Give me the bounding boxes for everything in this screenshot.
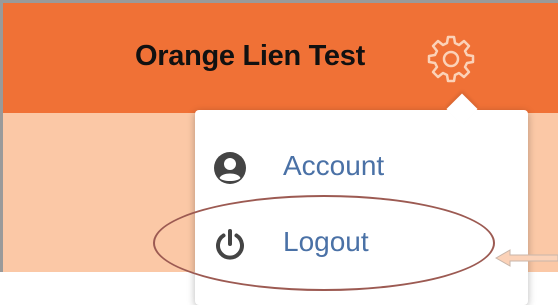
user-circle-icon <box>213 151 247 185</box>
arrow-pointer-icon <box>494 249 558 267</box>
gear-icon[interactable] <box>426 34 476 84</box>
menu-item-account[interactable]: Account <box>195 138 528 194</box>
menu-item-account-label: Account <box>283 150 385 181</box>
logout-highlight-ellipse <box>153 195 495 291</box>
app-title: Orange Lien Test <box>135 40 365 72</box>
